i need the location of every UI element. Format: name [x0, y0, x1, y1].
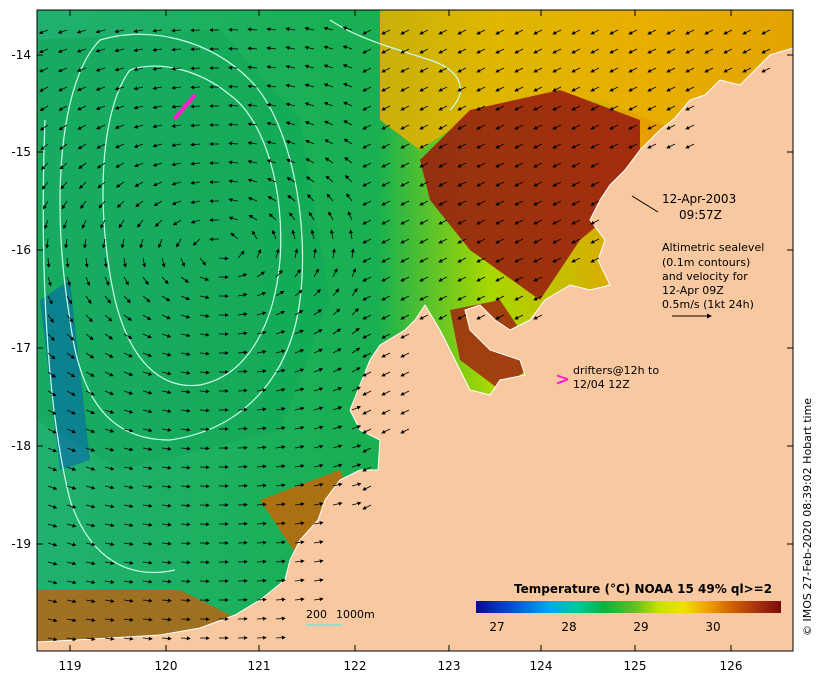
legend-tick-label: 28: [561, 620, 576, 634]
velocity-arrow: [199, 427, 210, 432]
legend-tick-label: 27: [489, 620, 504, 634]
velocity-arrow: [180, 636, 191, 641]
velocity-arrow: [180, 617, 191, 622]
drifter-chevron-icon: >: [555, 369, 570, 390]
altimetry-line-4: 12-Apr 09Z: [662, 284, 724, 297]
velocity-arrow: [199, 446, 210, 451]
map-area: [37, 10, 793, 651]
annotation-time: 09:57Z: [679, 208, 722, 222]
legend-tick-label: 29: [633, 620, 648, 634]
velocity-arrow: [256, 597, 267, 602]
velocity-arrow: [228, 84, 239, 89]
velocity-arrow: [180, 598, 191, 603]
legend-colorbar: [476, 601, 781, 613]
y-tick-label: -14: [11, 48, 31, 62]
x-tick-label: 121: [248, 659, 271, 673]
y-tick-label: -18: [11, 439, 31, 453]
velocity-arrow: [256, 616, 267, 621]
legend-tick-label: 30: [705, 620, 720, 634]
x-tick-label: 119: [59, 659, 82, 673]
y-tick-label: -19: [11, 537, 31, 551]
altimetry-line-2: (0.1m contours): [662, 256, 750, 269]
depth-label-1000: 1000m: [336, 608, 375, 621]
credit-text: © IMOS 27-Feb-2020 08:39:02 Hobart time: [801, 398, 814, 636]
velocity-arrow: [180, 579, 191, 584]
y-tick-label: -17: [11, 341, 31, 355]
velocity-arrow: [237, 407, 248, 412]
velocity-arrow: [237, 426, 248, 431]
sst-map: 119 120 121 122 123 124 125 126 -14 -15 -16 -17 -18…: [11, 9, 814, 673]
y-tick-label: -16: [11, 243, 31, 257]
velocity-arrow: [190, 66, 201, 71]
x-tick-label: 125: [624, 659, 647, 673]
altimetry-line-3: and velocity for: [662, 270, 748, 283]
velocity-arrow: [256, 559, 267, 564]
altimetry-line-5: 0.5m/s (1kt 24h): [662, 298, 754, 311]
altimetry-line-1: Altimetric sealevel: [662, 241, 764, 254]
x-tick-label: 122: [344, 659, 367, 673]
x-tick-label: 126: [720, 659, 743, 673]
y-tick-label: -15: [11, 145, 31, 159]
drifters-line-1: drifters@12h to: [573, 364, 659, 377]
velocity-arrow: [256, 578, 267, 583]
x-tick-label: 123: [438, 659, 461, 673]
annotation-date: 12-Apr-2003: [662, 192, 736, 206]
depth-label-200: 200: [306, 608, 327, 621]
x-tick-label: 124: [530, 659, 553, 673]
legend-title: Temperature (°C) NOAA 15 49% ql>=2: [514, 582, 772, 596]
drifters-line-2: 12/04 12Z: [573, 378, 630, 391]
x-tick-label: 120: [155, 659, 178, 673]
